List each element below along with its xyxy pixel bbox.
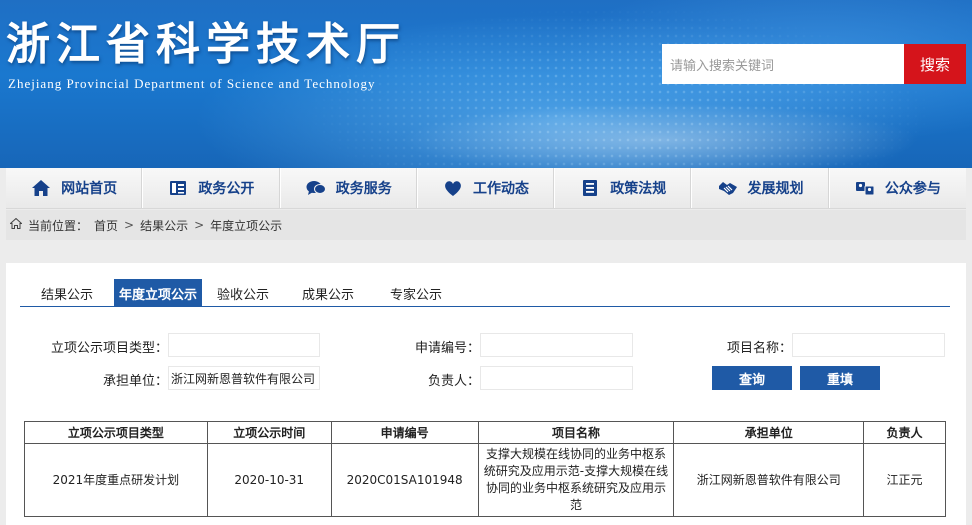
nav-item-public-participation[interactable]: 公众参与: [830, 168, 966, 208]
nav-item-home[interactable]: 网站首页: [6, 168, 144, 208]
chat-icon: [306, 179, 326, 197]
cell-application-no: 2020C01SA101948: [330, 443, 479, 517]
cell-unit: 浙江网新恩普软件有限公司: [673, 443, 865, 517]
handshake-icon: [718, 179, 738, 197]
tab-bar: 结果公示 年度立项公示 验收公示 成果公示 专家公示: [20, 279, 950, 307]
document-icon: [168, 179, 188, 197]
nav-item-gov-services[interactable]: 政务服务: [281, 168, 418, 208]
owner-label: 负责人：: [427, 374, 480, 389]
tab-annual-approval[interactable]: 年度立项公示: [114, 279, 202, 307]
nav-item-policies[interactable]: 政策法规: [555, 168, 693, 208]
query-button[interactable]: 查询: [712, 366, 792, 390]
project-name-input[interactable]: [792, 333, 945, 357]
home-icon: [31, 179, 51, 197]
breadcrumb-prefix: 当前位置：: [28, 218, 89, 233]
table-header-row: 立项公示项目类型 立项公示时间 申请编号 项目名称 承担单位 负责人: [24, 421, 946, 444]
home-small-icon: [9, 217, 23, 232]
owner-input[interactable]: [480, 366, 633, 390]
search-button[interactable]: 搜索: [904, 44, 966, 84]
project-type-input[interactable]: [168, 333, 320, 357]
undertaking-unit-label: 承担单位：: [102, 374, 168, 389]
breadcrumb-link-results[interactable]: 结果公示: [140, 217, 188, 234]
list-icon: [580, 179, 600, 197]
nav-item-gov-affairs[interactable]: 政务公开: [143, 168, 281, 208]
col-header-approval-date: 立项公示时间: [206, 421, 332, 444]
breadcrumb-separator: >: [124, 218, 135, 232]
nav-label: 网站首页: [61, 181, 118, 197]
col-header-owner: 负责人: [863, 421, 946, 444]
nav-label: 工作动态: [472, 181, 529, 197]
breadcrumb-separator: >: [194, 218, 205, 232]
banner-glow: [380, 100, 940, 168]
application-no-input[interactable]: [480, 333, 633, 357]
tab-achievements[interactable]: 成果公示: [284, 279, 372, 307]
breadcrumb-current: 年度立项公示: [210, 218, 283, 233]
nav-label: 政务公开: [198, 181, 255, 197]
heart-icon: [443, 179, 463, 197]
table-row: 2021年度重点研发计划 2020-10-31 2020C01SA101948 …: [24, 443, 946, 517]
site-subtitle: Zhejiang Provincial Department of Scienc…: [8, 76, 376, 91]
main-nav: 网站首页 政务公开 政务服务 工作动态 政策法规 发展规划 公众参与: [6, 168, 966, 209]
nav-label: 政策法规: [610, 181, 667, 197]
tab-results[interactable]: 结果公示: [20, 279, 114, 307]
application-no-label: 申请编号：: [414, 341, 480, 356]
breadcrumb-link-home[interactable]: 首页: [94, 217, 118, 234]
nav-label: 政务服务: [335, 181, 392, 197]
nav-item-work-news[interactable]: 工作动态: [418, 168, 556, 208]
breadcrumb: 当前位置： 首页 > 结果公示 > 年度立项公示: [6, 210, 966, 240]
col-header-project-type: 立项公示项目类型: [24, 421, 208, 444]
cell-approval-date: 2020-10-31: [206, 443, 332, 517]
nav-label: 公众参与: [884, 181, 941, 197]
cell-project-type: 2021年度重点研发计划: [24, 443, 208, 517]
tab-experts[interactable]: 专家公示: [372, 279, 460, 307]
results-table: 立项公示项目类型 立项公示时间 申请编号 项目名称 承担单位 负责人 2021年…: [24, 421, 946, 517]
nav-label: 发展规划: [747, 181, 804, 197]
search-input[interactable]: 请输入搜索关键词: [662, 44, 904, 84]
content-panel: 结果公示 年度立项公示 验收公示 成果公示 专家公示 立项公示项目类型： 申请编…: [6, 263, 966, 525]
undertaking-unit-input[interactable]: 浙江网新恩普软件有限公司: [168, 366, 320, 390]
reset-button[interactable]: 重填: [800, 366, 880, 390]
tab-acceptance[interactable]: 验收公示: [202, 279, 284, 307]
people-icon: [855, 179, 875, 197]
project-type-label: 立项公示项目类型：: [50, 341, 168, 356]
nav-item-development[interactable]: 发展规划: [692, 168, 830, 208]
site-title: 浙江省科学技术厅: [6, 19, 406, 70]
col-header-project-name: 项目名称: [477, 421, 675, 444]
header-banner: 浙江省科学技术厅 Zhejiang Provincial Department …: [0, 0, 972, 168]
cell-owner: 江正元: [863, 443, 946, 517]
col-header-unit: 承担单位: [673, 421, 865, 444]
col-header-application-no: 申请编号: [330, 421, 479, 444]
project-name-label: 项目名称：: [726, 341, 792, 356]
cell-project-name[interactable]: 支撑大规模在线协同的业务中枢系统研究及应用示范-支撑大规模在线协同的业务中枢系统…: [477, 443, 675, 517]
